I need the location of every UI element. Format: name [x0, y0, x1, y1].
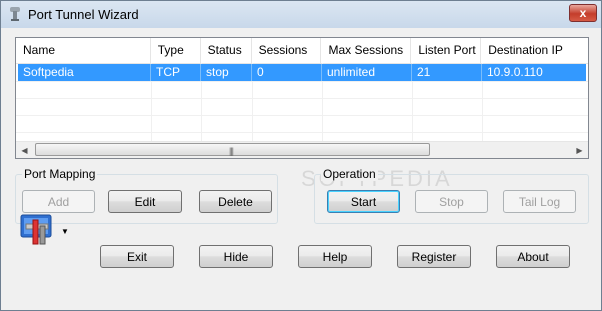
app-icon	[10, 7, 20, 21]
list-header: Name Type Status Sessions Max Sessions L…	[16, 38, 588, 64]
tunnel-list[interactable]: Name Type Status Sessions Max Sessions L…	[15, 37, 589, 159]
tools-icon[interactable]	[20, 214, 54, 246]
close-icon: x	[579, 6, 587, 20]
cell-type: TCP	[151, 64, 201, 81]
column-header-destination-ip[interactable]: Destination IP	[481, 38, 588, 63]
column-header-max-sessions[interactable]: Max Sessions	[321, 38, 412, 63]
cell-destination-ip: 10.9.0.110	[487, 65, 543, 79]
grid-line	[16, 98, 588, 99]
scrollbar-thumb[interactable]: |||	[35, 143, 430, 156]
grip-icon: |||	[229, 146, 234, 156]
column-header-name[interactable]: Name	[16, 38, 151, 63]
horizontal-scrollbar[interactable]: ◀ ||| ▶	[16, 141, 588, 158]
add-button[interactable]: Add	[22, 190, 95, 213]
cell-max-sessions: unlimited	[322, 64, 412, 81]
operation-label: Operation	[321, 167, 378, 181]
port-mapping-label: Port Mapping	[22, 167, 98, 181]
column-header-listen-port[interactable]: Listen Port	[411, 38, 482, 63]
scroll-left-icon[interactable]: ◀	[16, 142, 33, 158]
hide-button[interactable]: Hide	[199, 245, 273, 268]
edit-button[interactable]: Edit	[108, 190, 182, 213]
about-button[interactable]: About	[496, 245, 570, 268]
port-mapping-group: Port Mapping Add Edit Delete	[15, 167, 278, 224]
start-button[interactable]: Start	[327, 190, 400, 213]
column-header-type[interactable]: Type	[151, 38, 201, 63]
window-body: Name Type Status Sessions Max Sessions L…	[1, 28, 601, 310]
register-button[interactable]: Register	[397, 245, 471, 268]
scroll-right-icon[interactable]: ▶	[571, 142, 588, 158]
close-button[interactable]: x	[569, 4, 597, 22]
tail-log-button[interactable]: Tail Log	[503, 190, 576, 213]
cell-status: stop	[201, 64, 252, 81]
grid-line	[16, 81, 588, 82]
window-title: Port Tunnel Wizard	[28, 7, 139, 22]
grid-line	[16, 132, 588, 133]
column-header-sessions[interactable]: Sessions	[252, 38, 322, 63]
stop-button[interactable]: Stop	[415, 190, 488, 213]
exit-button[interactable]: Exit	[100, 245, 174, 268]
cell-listen-port: 21	[412, 64, 482, 81]
help-button[interactable]: Help	[298, 245, 372, 268]
dropdown-arrow-icon[interactable]: ▼	[61, 227, 69, 236]
cell-sessions: 0	[252, 64, 322, 81]
title-bar: Port Tunnel Wizard x	[1, 1, 601, 29]
delete-button[interactable]: Delete	[199, 190, 272, 213]
cell-name: Softpedia	[18, 64, 151, 81]
grid-line	[16, 115, 588, 116]
column-header-status[interactable]: Status	[201, 38, 252, 63]
table-row[interactable]: Softpedia TCP stop 0 unlimited 21 10.9.0…	[18, 64, 586, 81]
operation-group: Operation Start Stop Tail Log	[314, 167, 589, 224]
port-tunnel-wizard-window: Port Tunnel Wizard x Name Type Status Se…	[0, 0, 602, 311]
